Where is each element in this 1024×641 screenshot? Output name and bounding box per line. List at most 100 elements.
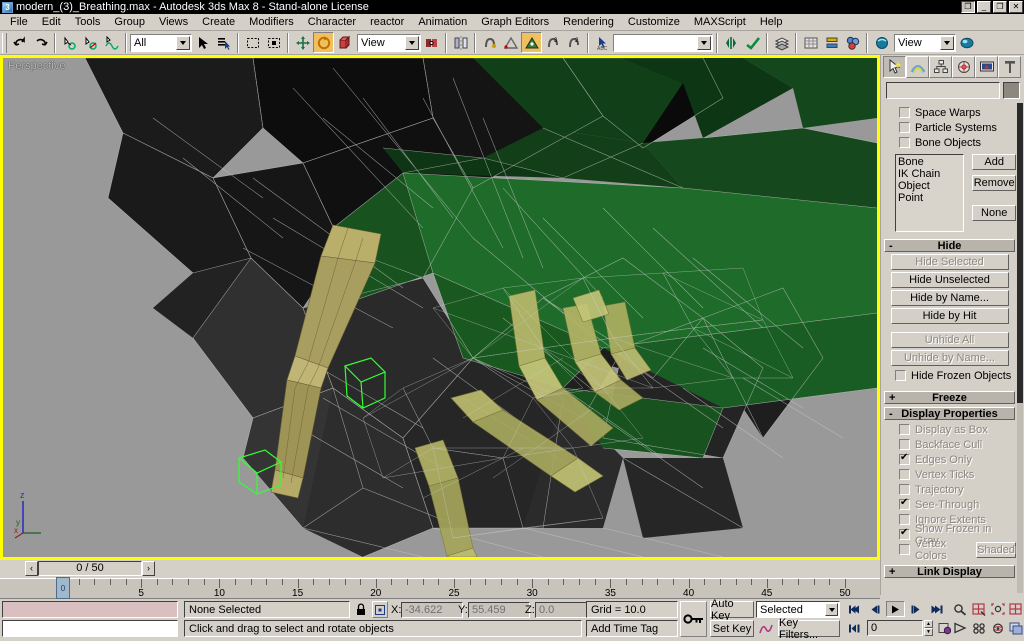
toolbar-grip[interactable]: [2, 32, 7, 53]
checkbox-row-hide-frozen[interactable]: Hide Frozen Objects: [883, 368, 1016, 383]
spinner-snap-alt-button[interactable]: 2: [563, 32, 584, 53]
key-mode-toggle-transport-button[interactable]: [846, 620, 863, 636]
hide-rollup-header[interactable]: - Hide: [884, 239, 1015, 252]
window-crossing-button[interactable]: [263, 32, 284, 53]
menu-maxscript[interactable]: MAXScript: [687, 15, 753, 29]
layer-manager-button[interactable]: [771, 32, 792, 53]
add-button[interactable]: Add: [972, 154, 1016, 170]
object-color-swatch[interactable]: [1003, 82, 1020, 99]
menu-reactor[interactable]: reactor: [363, 15, 411, 29]
named-selection-set-combo[interactable]: [613, 33, 713, 52]
vertex-ticks-checkbox[interactable]: [899, 469, 910, 480]
quick-render-button[interactable]: [956, 32, 977, 53]
shaded-button[interactable]: Shaded: [976, 541, 1016, 558]
go-to-start-button[interactable]: [846, 601, 863, 617]
y-coord-field[interactable]: 55.459: [468, 602, 530, 618]
spinner-down[interactable]: ▼: [924, 628, 933, 636]
set-key-button[interactable]: Set Key: [710, 620, 754, 637]
menu-graph-editors[interactable]: Graph Editors: [474, 15, 556, 29]
next-frame-arrow[interactable]: ›: [142, 561, 155, 576]
list-item[interactable]: IK Chain Object: [898, 168, 961, 192]
bone-objects-checkbox[interactable]: [899, 137, 910, 148]
menu-modifiers[interactable]: Modifiers: [242, 15, 301, 29]
curve-editor-button[interactable]: [800, 32, 821, 53]
checkbox-row-particle-systems[interactable]: Particle Systems: [883, 120, 1016, 135]
previous-frame-arrow[interactable]: ‹: [25, 561, 38, 576]
hierarchy-tab[interactable]: [929, 56, 952, 78]
modify-tab[interactable]: [906, 56, 929, 78]
select-object-button[interactable]: [192, 32, 213, 53]
chevron-down-icon[interactable]: [176, 35, 190, 50]
selection-level-combo[interactable]: Selected: [756, 601, 840, 618]
unhide-by-name-button[interactable]: Unhide by Name...: [890, 350, 1009, 366]
named-selection-sets-button[interactable]: ABC: [592, 32, 613, 53]
min-max-viewport-toggle-button[interactable]: [1007, 620, 1024, 636]
menu-rendering[interactable]: Rendering: [556, 15, 621, 29]
select-by-name-button[interactable]: [213, 32, 234, 53]
chevron-down-icon[interactable]: [697, 35, 711, 50]
menu-animation[interactable]: Animation: [411, 15, 474, 29]
unlink-selection-button[interactable]: [80, 32, 101, 53]
motion-tab[interactable]: [952, 56, 975, 78]
freeze-rollup-header[interactable]: + Freeze: [884, 391, 1015, 404]
minimize-window-button[interactable]: _: [977, 1, 991, 13]
select-and-link-button[interactable]: [59, 32, 80, 53]
particle-systems-checkbox[interactable]: [899, 122, 910, 133]
close-window-button[interactable]: ✕: [1009, 1, 1023, 13]
viewport-3d-scene[interactable]: [3, 58, 877, 557]
checkbox-row-backface-cull[interactable]: Backface Cull: [883, 437, 1016, 452]
freeze-rollup-toggle[interactable]: +: [889, 392, 895, 404]
restore-window-button[interactable]: ❐: [961, 1, 975, 13]
unhide-all-button[interactable]: Unhide All: [890, 332, 1009, 348]
utilities-tab[interactable]: [998, 56, 1021, 78]
list-item[interactable]: Point: [898, 192, 961, 204]
menu-customize[interactable]: Customize: [621, 15, 687, 29]
menu-group[interactable]: Group: [107, 15, 152, 29]
see-through-checkbox[interactable]: [899, 497, 910, 510]
select-and-rotate-button[interactable]: [313, 32, 334, 53]
checkbox-row-vertex-colors[interactable]: Vertex Colors Shaded: [883, 538, 1016, 562]
space-warps-checkbox[interactable]: [899, 107, 910, 118]
current-frame-display[interactable]: 0 / 50: [38, 561, 142, 576]
hide-frozen-objects-checkbox[interactable]: [895, 370, 906, 381]
select-and-move-button[interactable]: [292, 32, 313, 53]
add-time-tag-field[interactable]: Add Time Tag: [586, 620, 678, 637]
zoom-extents-button[interactable]: [989, 601, 1006, 617]
percent-snap-button[interactable]: [521, 32, 542, 53]
current-frame-spinner-field[interactable]: 0: [867, 620, 923, 636]
create-tab[interactable]: [883, 56, 906, 78]
key-mode-toggle-button[interactable]: [680, 601, 707, 637]
time-slider[interactable]: 0: [56, 577, 70, 599]
use-pivot-point-center-button[interactable]: [421, 32, 442, 53]
chevron-down-icon[interactable]: [825, 603, 838, 616]
selection-filter-combo[interactable]: All: [130, 33, 192, 52]
menu-character[interactable]: Character: [301, 15, 363, 29]
auto-key-button[interactable]: Auto Key: [710, 598, 754, 622]
object-name-input[interactable]: [886, 82, 1000, 99]
menu-tools[interactable]: Tools: [68, 15, 108, 29]
zoom-extents-all-button[interactable]: [1007, 601, 1024, 617]
checkbox-row-vertex-ticks[interactable]: Vertex Ticks: [883, 467, 1016, 482]
field-of-view-button[interactable]: [951, 620, 968, 636]
none-button[interactable]: None: [972, 205, 1016, 221]
redo-button[interactable]: [30, 32, 51, 53]
mirror-selected-objects-button[interactable]: [721, 32, 742, 53]
display-properties-rollup-header[interactable]: - Display Properties: [884, 407, 1015, 420]
perspective-viewport[interactable]: Perspective z x y: [3, 58, 877, 557]
display-properties-rollup-toggle[interactable]: -: [889, 408, 893, 420]
go-to-end-button[interactable]: [928, 601, 945, 617]
frame-spinner[interactable]: ▲ ▼: [924, 620, 933, 636]
display-tab[interactable]: [975, 56, 998, 78]
hide-unselected-button[interactable]: Hide Unselected: [890, 272, 1009, 288]
hide-category-listbox[interactable]: Bone IK Chain Object Point: [895, 154, 965, 232]
checkbox-row-bone-objects[interactable]: Bone Objects: [883, 135, 1016, 150]
checkbox-row-trajectory[interactable]: Trajectory: [883, 482, 1016, 497]
angle-snap-button[interactable]: [500, 32, 521, 53]
link-display-rollup-header[interactable]: + Link Display: [884, 565, 1015, 578]
hide-selected-button[interactable]: Hide Selected: [890, 254, 1009, 270]
checkbox-row-space-warps[interactable]: Space Warps: [883, 105, 1016, 120]
hide-by-hit-button[interactable]: Hide by Hit: [890, 308, 1009, 324]
edges-only-checkbox[interactable]: [899, 452, 910, 465]
bind-to-space-warp-button[interactable]: [101, 32, 122, 53]
checkbox-row-see-through[interactable]: See-Through: [883, 497, 1016, 512]
